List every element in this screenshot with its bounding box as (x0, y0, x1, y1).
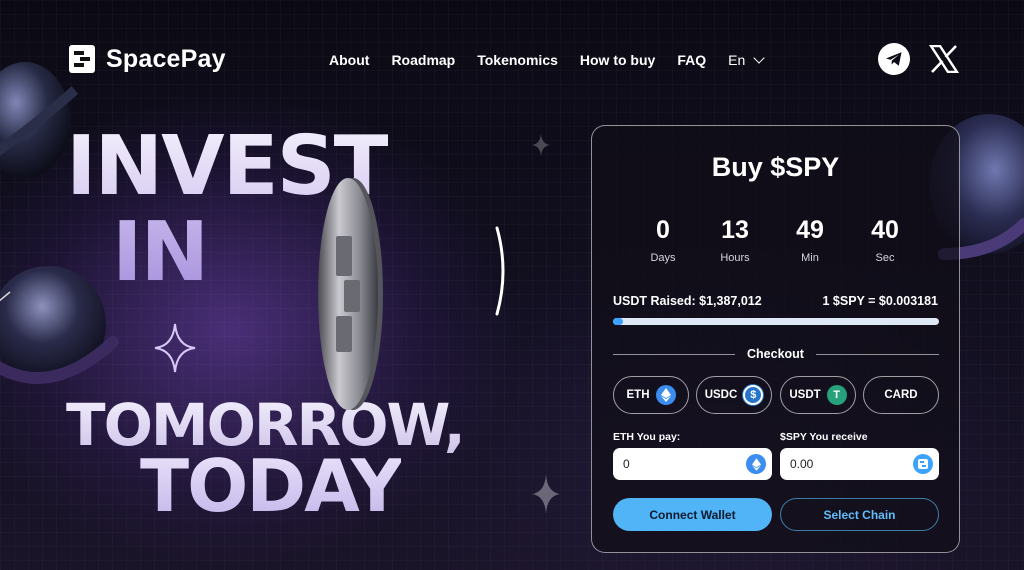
countdown-hours: 13 Hours (705, 216, 765, 264)
token-rate: 1 $SPY = $0.003181 (822, 294, 939, 308)
brand-logo[interactable]: SpacePay (68, 44, 226, 74)
nav-roadmap[interactable]: Roadmap (391, 52, 455, 68)
pay-amount-value: 0 (623, 457, 630, 471)
countdown-days-value: 0 (656, 216, 670, 244)
chevron-down-icon (753, 52, 765, 64)
spy-token-icon (913, 454, 933, 474)
hero-heading-line1: INVEST (66, 119, 390, 214)
nav-tokenomics[interactable]: Tokenomics (477, 52, 558, 68)
countdown-minutes-label: Min (801, 252, 819, 264)
presale-progress-bar (613, 318, 939, 325)
buy-panel-title: Buy $SPY (711, 152, 840, 182)
connect-wallet-button[interactable]: Connect Wallet (613, 498, 772, 531)
hero-heading-line4: TODAY (140, 444, 403, 528)
social-links (878, 43, 960, 75)
planet-decoration (0, 266, 119, 384)
presale-progress-fill (613, 318, 623, 325)
usdc-icon: $ (743, 385, 764, 405)
language-selector[interactable]: En (728, 52, 765, 68)
pay-amount-input[interactable]: 0 (613, 448, 772, 480)
main-nav: About Roadmap Tokenomics How to buy FAQ … (329, 52, 765, 68)
pay-option-usdt[interactable]: USDT T (780, 376, 856, 414)
countdown-days-label: Days (650, 252, 676, 264)
sparkle-icon (154, 323, 196, 373)
pay-option-usdc[interactable]: USDC $ (696, 376, 772, 414)
crescent-arc (495, 226, 505, 316)
pay-option-card-label: CARD (884, 389, 918, 401)
countdown-minutes-value: 49 (796, 216, 824, 244)
eth-icon (655, 385, 676, 405)
countdown-seconds-label: Sec (875, 252, 895, 264)
nav-faq[interactable]: FAQ (677, 52, 706, 68)
language-label: En (728, 52, 746, 68)
pay-amount-label: ETH You pay: (613, 431, 681, 443)
sparkle-icon (532, 134, 550, 156)
buy-panel (591, 125, 960, 553)
pay-option-card[interactable]: CARD (863, 376, 939, 414)
receive-amount-input[interactable]: 0.00 (780, 448, 939, 480)
countdown-days: 0 Days (633, 216, 693, 264)
pay-option-eth[interactable]: ETH (613, 376, 689, 414)
telegram-icon[interactable] (878, 43, 910, 75)
sparkle-icon (532, 474, 560, 514)
countdown-hours-value: 13 (721, 216, 749, 244)
receive-amount-value: 0.00 (790, 457, 814, 471)
select-chain-button[interactable]: Select Chain (780, 498, 939, 531)
eth-icon (746, 454, 766, 474)
nav-about[interactable]: About (329, 52, 369, 68)
countdown-seconds: 40 Sec (855, 216, 915, 264)
hero-heading-line2: IN (112, 205, 209, 300)
pay-option-usdt-label: USDT (789, 389, 821, 401)
pay-option-eth-label: ETH (626, 389, 650, 401)
receive-amount-label: $SPY You receive (780, 431, 868, 443)
usdt-icon: T (826, 385, 847, 405)
nav-how-to-buy[interactable]: How to buy (580, 52, 655, 68)
brand-name: SpacePay (106, 44, 226, 73)
pay-option-usdc-label: USDC (704, 389, 738, 401)
countdown-seconds-value: 40 (871, 216, 899, 244)
x-icon[interactable] (928, 43, 960, 75)
usdt-raised: USDT Raised: $1,387,012 (613, 294, 762, 308)
spacepay-logo-icon (69, 45, 95, 73)
checkout-label: Checkout (747, 347, 804, 361)
countdown-hours-label: Hours (720, 252, 750, 264)
countdown-minutes: 49 Min (780, 216, 840, 264)
